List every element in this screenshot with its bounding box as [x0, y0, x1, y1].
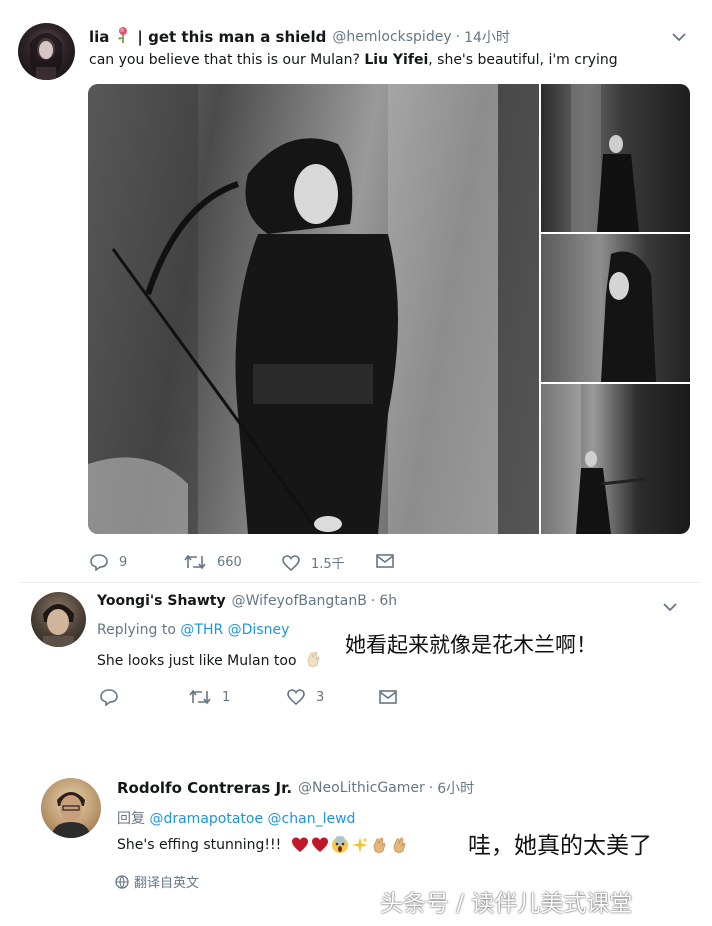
retweet-icon — [184, 554, 206, 570]
retweet-count: 660 — [217, 554, 242, 570]
photo-thumb-1-content — [571, 84, 639, 232]
dm-button[interactable] — [375, 553, 395, 569]
reply-prefix: 回复 — [117, 811, 150, 827]
tweet-text-content: She looks just like Mulan too — [97, 653, 297, 669]
tweet-text: can you believe that this is our Mulan? … — [89, 52, 618, 68]
user-handle[interactable]: @WifeyofBangtanB — [232, 593, 367, 609]
photo-thumb-3[interactable] — [541, 384, 690, 534]
avatar-figure — [29, 33, 63, 80]
timestamp[interactable]: 6小时 — [437, 778, 474, 798]
user-handle[interactable]: @hemlockspidey — [332, 29, 451, 45]
display-name[interactable]: Rodolfo Contreras Jr. — [117, 779, 292, 797]
photo-thumb-3-content — [541, 384, 647, 534]
dot-separator: · — [370, 593, 376, 609]
tweet-header: Yoongi's Shawty @WifeyofBangtanB · 6h — [97, 593, 397, 609]
avatar-figure — [43, 604, 74, 647]
emoji-row — [291, 836, 411, 854]
dm-icon — [379, 690, 397, 704]
clap-icon — [373, 837, 386, 853]
photo-thumb-2[interactable] — [541, 234, 690, 382]
tweet-text-bold: Liu Yifei — [364, 52, 429, 68]
display-name[interactable]: Yoongi's Shawty — [97, 593, 226, 609]
mention-link[interactable]: @THR — [180, 622, 223, 638]
divider — [20, 582, 700, 583]
mention-link[interactable]: @Disney — [228, 622, 290, 638]
like-button[interactable]: 1.5千 — [281, 553, 345, 572]
display-name[interactable]: lia — [89, 28, 109, 46]
heart-icon — [312, 837, 329, 852]
reply-button[interactable] — [99, 688, 129, 706]
avatar[interactable] — [18, 23, 75, 80]
timestamp[interactable]: 6h — [379, 593, 397, 609]
like-button[interactable]: 3 — [286, 688, 324, 706]
avatar-figure — [51, 792, 91, 838]
like-icon — [282, 554, 300, 571]
photo-thumb-1[interactable] — [541, 84, 690, 232]
clap-icon — [305, 650, 321, 672]
replying-to: Replying to @THR @Disney — [97, 622, 289, 638]
timestamp[interactable]: 14小时 — [464, 27, 510, 47]
scream-icon — [332, 836, 349, 853]
dm-button[interactable] — [378, 689, 398, 705]
like-count: 1.5千 — [311, 557, 345, 572]
retweet-button[interactable]: 660 — [183, 553, 242, 571]
replying-prefix: Replying to — [97, 622, 181, 638]
user-handle[interactable]: @NeoLithicGamer — [298, 780, 425, 796]
tweet-text-part: , she's beautiful, i'm crying — [428, 52, 618, 68]
tweet-header: lia | get this man a shield @hemlockspid… — [89, 26, 510, 48]
rose-icon — [115, 26, 131, 48]
avatar[interactable] — [31, 592, 86, 647]
clap-icon — [393, 837, 406, 853]
retweet-count: 1 — [222, 689, 231, 705]
tweet-text: She's effing stunning!!! — [117, 836, 411, 854]
tweet-text-part: can you believe that this is our Mulan? — [89, 52, 365, 68]
retweet-button[interactable]: 1 — [188, 688, 230, 706]
reply-count: 9 — [119, 554, 128, 570]
tweet-header: Rodolfo Contreras Jr. @NeoLithicGamer · … — [117, 778, 474, 798]
reply-icon — [90, 554, 108, 571]
reply-button[interactable]: 9 — [89, 553, 127, 571]
reply-to: 回复 @dramapotatoe @chan_lewd — [117, 808, 355, 828]
display-name-suffix[interactable]: | get this man a shield — [137, 28, 326, 46]
photo-main[interactable] — [88, 84, 539, 534]
translate-link[interactable]: 翻译自英文 — [115, 872, 199, 891]
chevron-down-icon[interactable] — [662, 598, 678, 617]
tweet-text: She looks just like Mulan too — [97, 650, 321, 672]
dot-separator: · — [428, 780, 434, 796]
photo-thumb-2-content — [601, 251, 656, 382]
dot-separator: · — [455, 29, 461, 45]
chinese-translation: 她看起来就像是花木兰啊！ — [345, 633, 597, 657]
chevron-down-icon[interactable] — [671, 28, 687, 47]
mention-link[interactable]: @dramapotatoe — [149, 811, 263, 827]
sparkles-icon — [352, 837, 369, 853]
heart-icon — [292, 837, 309, 852]
avatar[interactable] — [41, 778, 101, 838]
like-icon — [287, 689, 305, 706]
like-count: 3 — [316, 689, 325, 705]
tweet-text-content: She's effing stunning!!! — [117, 837, 282, 853]
watermark: 头条号 / 读伴儿美式课堂 — [380, 891, 633, 917]
retweet-icon — [189, 689, 211, 705]
photo-main-content — [88, 84, 539, 534]
chinese-translation: 哇，她真的太美了 — [468, 833, 652, 859]
dm-icon — [376, 554, 394, 568]
globe-icon — [115, 874, 129, 889]
mention-link[interactable]: @chan_lewd — [268, 811, 356, 827]
reply-icon — [100, 689, 118, 706]
translate-label: 翻译自英文 — [134, 876, 200, 891]
